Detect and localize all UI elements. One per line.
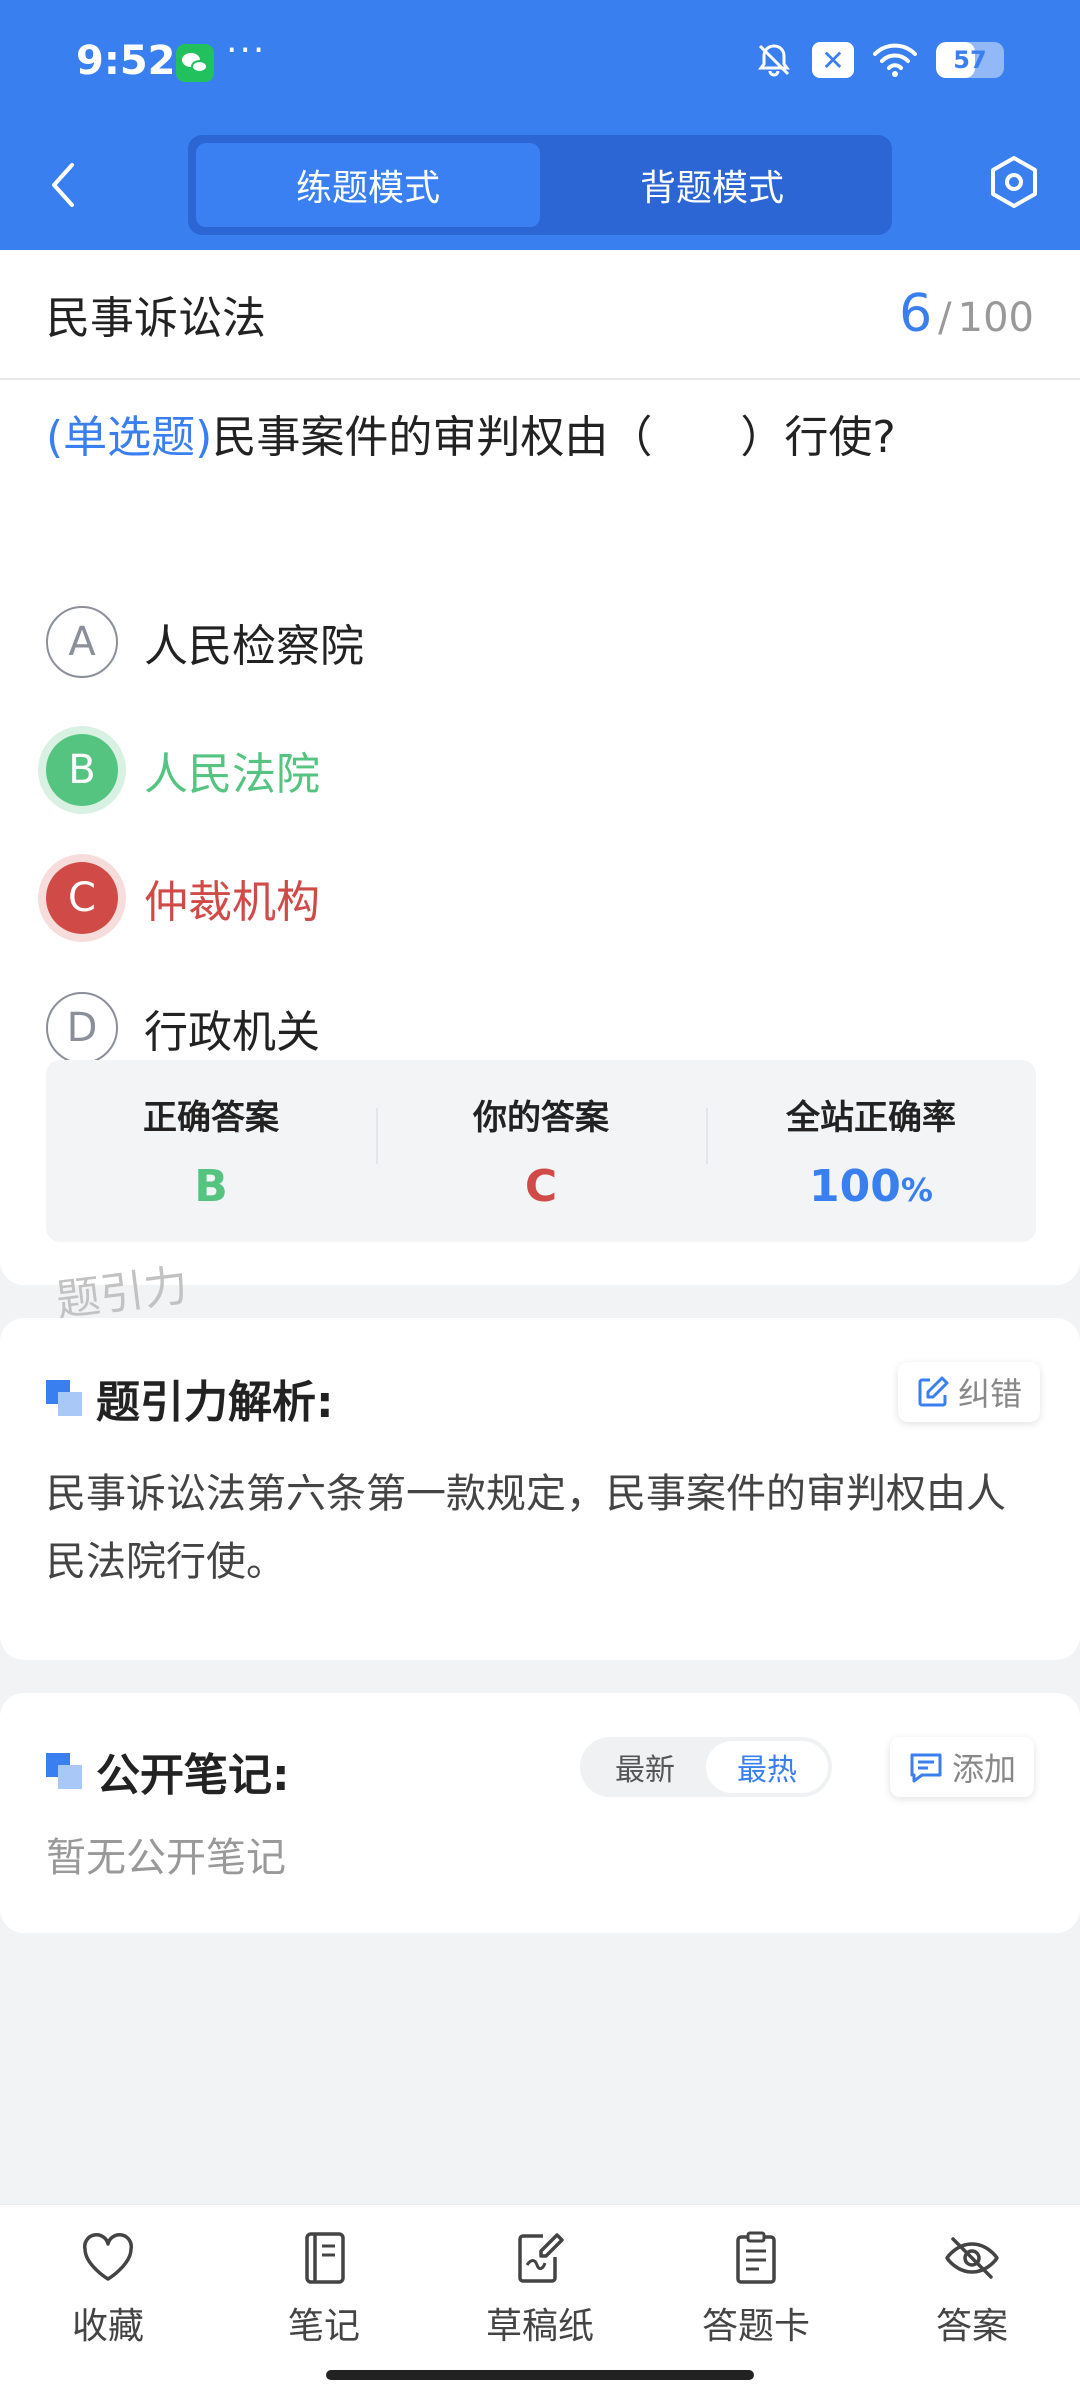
hexagon-settings-icon bbox=[991, 156, 1037, 208]
tab-practice-mode[interactable]: 练题模式 bbox=[196, 143, 540, 227]
notebook-icon bbox=[305, 2232, 345, 2284]
add-note-button[interactable]: 添加 bbox=[890, 1737, 1035, 1797]
correct-answer-col: 正确答案 B bbox=[46, 1090, 376, 1212]
your-answer-col: 你的答案 C bbox=[376, 1090, 706, 1212]
your-answer-label: 你的答案 bbox=[473, 1098, 609, 1138]
eye-off-icon bbox=[945, 2237, 999, 2279]
option-a-letter: A bbox=[46, 606, 118, 678]
battery-icon: 57 bbox=[936, 42, 1004, 78]
option-c-text: 仲裁机构 bbox=[144, 877, 320, 928]
analysis-header: 题引力解析: bbox=[46, 1366, 334, 1430]
question-progress: 6/100 bbox=[899, 284, 1034, 344]
edit-icon bbox=[918, 1376, 949, 1407]
subject-title: 民事诉讼法 bbox=[46, 293, 266, 344]
add-note-label: 添加 bbox=[952, 1750, 1017, 1788]
option-b-text: 人民法院 bbox=[144, 749, 320, 800]
x-box-icon: ✕ bbox=[812, 42, 854, 78]
accuracy-number: 100 bbox=[809, 1161, 901, 1212]
question-text: (单选题)民事案件的审判权由（ ）行使? bbox=[46, 402, 1034, 474]
option-b[interactable]: B 人民法院 bbox=[46, 730, 1034, 810]
section-squares-icon bbox=[46, 1753, 82, 1789]
answer-summary: 正确答案 B 你的答案 C 全站正确率 100% bbox=[46, 1060, 1036, 1242]
question-stem: 民事案件的审判权由（ ）行使? bbox=[212, 412, 896, 463]
analysis-text: 民事诉讼法第六条第一款规定，民事案件的审判权由人民法院行使。 bbox=[46, 1471, 1006, 1585]
option-a[interactable]: A 人民检察院 bbox=[46, 602, 1034, 682]
sort-newest[interactable]: 最新 bbox=[584, 1741, 706, 1793]
status-more-icon: ··· bbox=[226, 30, 267, 71]
question-card: 民事诉讼法 6/100 (单选题)民事案件的审判权由（ ）行使? A 人民检察院… bbox=[0, 250, 1080, 1285]
option-b-letter: B bbox=[46, 734, 118, 806]
correct-answer-value: B bbox=[194, 1161, 228, 1212]
mode-switch: 练题模式 背题模式 bbox=[188, 135, 892, 235]
tab-draft-label: 草稿纸 bbox=[485, 2306, 594, 2347]
option-c-letter: C bbox=[46, 862, 118, 934]
draft-paper-icon bbox=[518, 2233, 564, 2283]
empty-notes-text: 暂无公开笔记 bbox=[46, 1835, 286, 1881]
progress-separator: / bbox=[938, 295, 952, 341]
answer-sheet-icon bbox=[736, 2231, 776, 2284]
tab-memorize-mode[interactable]: 背题模式 bbox=[540, 143, 884, 227]
current-question-number: 6 bbox=[899, 284, 933, 344]
tab-favorite[interactable]: 收藏 bbox=[0, 2205, 216, 2400]
your-answer-value: C bbox=[524, 1161, 558, 1212]
bell-muted-icon bbox=[758, 44, 790, 77]
accuracy-unit: % bbox=[900, 1171, 933, 1209]
total-questions: 100 bbox=[957, 295, 1034, 341]
battery-level: 57 bbox=[953, 46, 987, 74]
heart-icon bbox=[82, 2233, 134, 2281]
notes-sort-switch: 最新 最热 bbox=[580, 1737, 832, 1797]
option-c[interactable]: C 仲裁机构 bbox=[46, 858, 1034, 938]
report-error-button[interactable]: 纠错 bbox=[898, 1362, 1041, 1422]
option-d[interactable]: D 行政机关 bbox=[46, 988, 1034, 1068]
section-squares-icon bbox=[46, 1380, 82, 1416]
option-a-text: 人民检察院 bbox=[144, 621, 364, 672]
sort-hottest[interactable]: 最热 bbox=[706, 1741, 828, 1793]
tab-favorite-label: 收藏 bbox=[71, 2306, 144, 2347]
report-error-label: 纠错 bbox=[958, 1375, 1023, 1413]
accuracy-value: 100% bbox=[706, 1161, 1036, 1212]
tab-notes-label: 笔记 bbox=[287, 2306, 360, 2347]
analysis-title: 题引力解析: bbox=[96, 1377, 334, 1428]
tab-answer-toggle-label: 答案 bbox=[935, 2306, 1008, 2347]
accuracy-label: 全站正确率 bbox=[786, 1098, 956, 1138]
public-notes-card: 公开笔记: 最新 最热 添加 暂无公开笔记 bbox=[0, 1693, 1080, 1933]
settings-button[interactable] bbox=[984, 152, 1044, 212]
question-type: (单选题) bbox=[46, 412, 213, 463]
chevron-left-icon bbox=[52, 163, 74, 207]
notes-header: 公开笔记: bbox=[46, 1739, 290, 1803]
notes-title: 公开笔记: bbox=[96, 1750, 290, 1801]
status-icons: ✕ 57 bbox=[754, 40, 1004, 80]
correct-answer-label: 正确答案 bbox=[143, 1098, 279, 1138]
subject-row: 民事诉讼法 6/100 bbox=[0, 250, 1080, 380]
app-header: 9:52 ··· ✕ 57 练题模式 背题模式 bbox=[0, 0, 1080, 250]
status-time: 9:52 bbox=[76, 38, 176, 84]
accuracy-col: 全站正确率 100% bbox=[706, 1090, 1036, 1212]
wechat-icon bbox=[176, 44, 214, 82]
analysis-card: 题引力解析: 纠错 民事诉讼法第六条第一款规定，民事案件的审判权由人民法院行使。 bbox=[0, 1318, 1080, 1660]
home-indicator[interactable] bbox=[326, 2370, 754, 2380]
back-button[interactable] bbox=[40, 155, 86, 215]
wifi-icon bbox=[873, 43, 917, 77]
option-d-text: 行政机关 bbox=[144, 1007, 320, 1058]
tab-answer-toggle[interactable]: 答案 bbox=[864, 2205, 1080, 2400]
option-d-letter: D bbox=[46, 992, 118, 1064]
tab-answer-sheet-label: 答题卡 bbox=[701, 2306, 810, 2347]
comment-icon bbox=[910, 1753, 942, 1783]
